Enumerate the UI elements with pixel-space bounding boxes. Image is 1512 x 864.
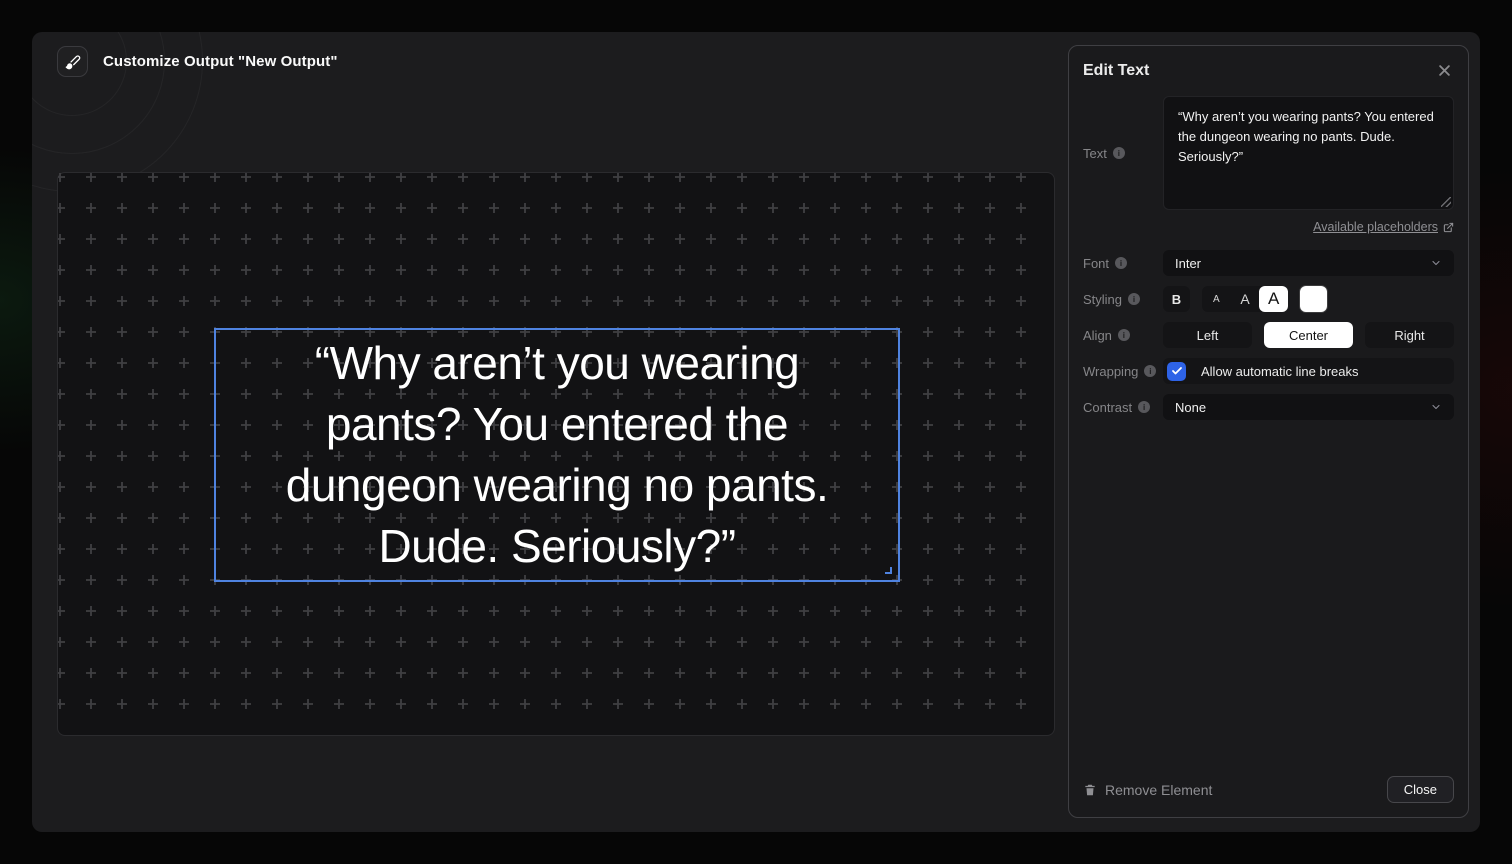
edit-text-panel: Edit Text Text i “Why aren’t you wearing… <box>1068 45 1469 818</box>
panel-body: Text i “Why aren’t you wearing pants? Yo… <box>1069 96 1468 420</box>
external-link-icon <box>1443 222 1454 233</box>
align-left-button[interactable]: Left <box>1163 322 1252 348</box>
selection-resize-handle[interactable] <box>885 567 892 574</box>
line-breaks-checkbox[interactable] <box>1167 362 1186 381</box>
align-field-label: Align i <box>1083 328 1163 343</box>
canvas-text-line: dungeon wearing no pants. <box>286 455 829 516</box>
modal-header: Customize Output "New Output" <box>57 46 338 77</box>
font-size-small-button[interactable]: A <box>1202 286 1231 312</box>
info-icon: i <box>1138 401 1150 413</box>
styling-field-label: Styling i <box>1083 292 1163 307</box>
line-breaks-label: Allow automatic line breaks <box>1201 364 1359 379</box>
wrapping-field-row: Wrapping i Allow automatic line breaks <box>1083 358 1454 384</box>
wrapping-field-label: Wrapping i <box>1083 364 1163 379</box>
font-field-row: Font i Inter <box>1083 250 1454 276</box>
align-center-button[interactable]: Center <box>1264 322 1353 348</box>
available-placeholders-link[interactable]: Available placeholders <box>1313 220 1454 234</box>
customize-output-modal: Customize Output "New Output" “Why aren’… <box>32 32 1480 832</box>
text-color-swatch[interactable] <box>1300 286 1327 312</box>
output-canvas[interactable]: “Why aren’t you wearing pants? You enter… <box>57 172 1055 736</box>
brush-icon-button <box>57 46 88 77</box>
contrast-select-value: None <box>1175 400 1206 415</box>
info-icon: i <box>1144 365 1156 377</box>
check-icon <box>1171 365 1183 377</box>
text-value-input[interactable]: “Why aren’t you wearing pants? You enter… <box>1163 96 1454 210</box>
canvas-text-line: Dude. Seriously?” <box>378 516 735 577</box>
page-title: Customize Output "New Output" <box>103 53 338 70</box>
info-icon: i <box>1115 257 1127 269</box>
bold-toggle-button[interactable]: B <box>1163 286 1190 312</box>
font-select[interactable]: Inter <box>1163 250 1454 276</box>
align-field-row: Align i Left Center Right <box>1083 322 1454 348</box>
text-field-row: Text i “Why aren’t you wearing pants? Yo… <box>1083 96 1454 210</box>
info-icon: i <box>1118 329 1130 341</box>
contrast-field-row: Contrast i None <box>1083 394 1454 420</box>
text-field-label: Text i <box>1083 146 1163 161</box>
close-button[interactable]: Close <box>1387 776 1454 803</box>
font-size-medium-button[interactable]: A <box>1231 286 1260 312</box>
canvas-text-line: pants? You entered the <box>326 394 788 455</box>
font-size-segmented-control: A A A <box>1202 286 1288 312</box>
chevron-down-icon <box>1430 257 1442 269</box>
font-field-label: Font i <box>1083 256 1163 271</box>
align-right-button[interactable]: Right <box>1365 322 1454 348</box>
panel-header: Edit Text <box>1069 46 1468 80</box>
info-icon: i <box>1128 293 1140 305</box>
brush-icon <box>65 54 81 70</box>
info-icon: i <box>1113 147 1125 159</box>
font-size-large-button[interactable]: A <box>1259 286 1288 312</box>
placeholders-row: Available placeholders <box>1083 218 1454 236</box>
styling-field-row: Styling i B A A A <box>1083 286 1454 312</box>
close-icon[interactable] <box>1435 61 1454 80</box>
canvas-text-line: “Why aren’t you wearing <box>315 333 799 394</box>
font-select-value: Inter <box>1175 256 1201 271</box>
contrast-select[interactable]: None <box>1163 394 1454 420</box>
remove-element-button[interactable]: Remove Element <box>1083 782 1212 798</box>
wrapping-control: Allow automatic line breaks <box>1163 358 1454 384</box>
trash-icon <box>1083 783 1097 797</box>
panel-footer: Remove Element Close <box>1083 776 1454 803</box>
panel-title: Edit Text <box>1083 62 1149 80</box>
chevron-down-icon <box>1430 401 1442 413</box>
contrast-field-label: Contrast i <box>1083 400 1163 415</box>
text-element-selection[interactable]: “Why aren’t you wearing pants? You enter… <box>214 328 900 582</box>
